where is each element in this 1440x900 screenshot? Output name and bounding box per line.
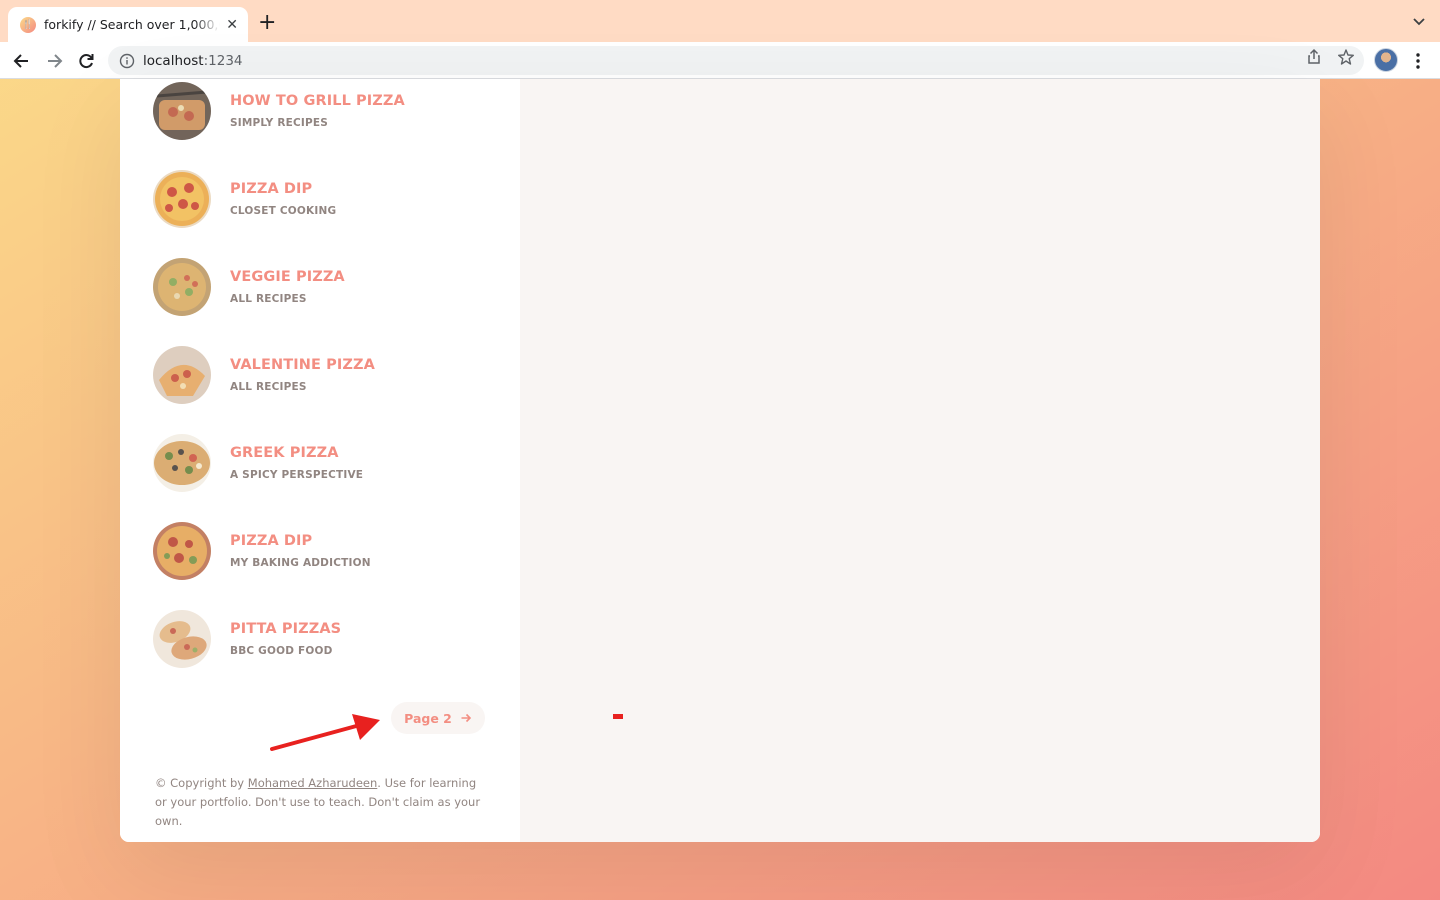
result-item-greek-pizza[interactable]: Greek Pizza A Spicy Perspective — [153, 433, 493, 493]
result-publisher: Simply Recipes — [230, 117, 329, 129]
recipe-thumbnail — [153, 82, 211, 140]
reload-icon[interactable] — [76, 51, 96, 71]
recipe-thumbnail — [153, 170, 211, 228]
result-item-how-to-grill-pizza[interactable]: How to Grill Pizza Simply Recipes — [153, 81, 493, 141]
browser-tab[interactable]: 🍴 forkify // Search over 1,000,000 recip… — [8, 7, 248, 42]
result-item-pitta-pizzas[interactable]: Pitta Pizzas BBC Good Food — [153, 609, 493, 669]
result-publisher: BBC Good Food — [230, 645, 333, 657]
arrow-right-icon — [461, 713, 472, 723]
result-text: Valentine Pizza All Recipes — [230, 357, 375, 393]
url-text: localhost:1234 — [143, 53, 243, 69]
back-arrow-icon[interactable] — [12, 51, 32, 71]
result-text: How to Grill Pizza Simply Recipes — [230, 93, 405, 129]
annotation-arrow-icon — [270, 714, 380, 751]
annotation-marker — [613, 714, 623, 719]
copyright-notice: © Copyright by Mohamed Azharudeen. Use f… — [155, 774, 485, 831]
browser-toolbar: localhost:1234 — [0, 42, 1440, 79]
bookmark-star-icon[interactable] — [1337, 48, 1355, 66]
forward-arrow-icon[interactable] — [44, 51, 64, 71]
result-title: Pitta Pizzas — [230, 621, 342, 637]
result-text: Pitta Pizzas BBC Good Food — [230, 621, 341, 657]
result-title: How to Grill Pizza — [230, 93, 405, 109]
result-item-veggie-pizza[interactable]: Veggie Pizza All Recipes — [153, 257, 493, 317]
share-icon[interactable] — [1305, 48, 1323, 66]
result-text: Greek Pizza A Spicy Perspective — [230, 445, 363, 481]
forkify-favicon-icon: 🍴 — [20, 16, 36, 33]
url-host: localhost — [143, 52, 204, 69]
result-publisher: A Spicy Perspective — [230, 469, 364, 481]
result-publisher: My Baking Addiction — [230, 557, 371, 569]
result-publisher: All Recipes — [230, 381, 307, 393]
url-port: :1234 — [203, 52, 243, 69]
result-publisher: Closet Cooking — [230, 205, 337, 217]
next-page-label: Page 2 — [404, 710, 452, 726]
result-text: Pizza Dip My Baking Addiction — [230, 533, 371, 569]
result-publisher: All Recipes — [230, 293, 307, 305]
result-title: Greek Pizza — [230, 445, 339, 461]
recipe-thumbnail — [153, 610, 211, 668]
result-item-pizza-dip[interactable]: Pizza Dip Closet Cooking — [153, 169, 493, 229]
browser-menu-icon[interactable] — [1411, 51, 1425, 71]
result-item-valentine-pizza[interactable]: Valentine Pizza All Recipes — [153, 345, 493, 405]
recipe-thumbnail — [153, 258, 211, 316]
result-text: Pizza Dip Closet Cooking — [230, 181, 336, 217]
result-title: Pizza Dip — [230, 181, 313, 197]
close-tab-icon[interactable]: ✕ — [226, 18, 238, 32]
recipe-thumbnail — [153, 346, 211, 404]
author-link[interactable]: Mohamed Azharudeen — [248, 776, 378, 790]
result-item-pizza-dip-2[interactable]: Pizza Dip My Baking Addiction — [153, 521, 493, 581]
result-title: Valentine Pizza — [230, 357, 375, 373]
profile-avatar[interactable] — [1374, 48, 1398, 72]
recipe-thumbnail — [153, 434, 211, 492]
address-bar[interactable]: localhost:1234 — [108, 46, 1364, 75]
tab-title: forkify // Search over 1,000,000 recipes — [44, 17, 220, 32]
tab-search-chevron-icon[interactable] — [1412, 14, 1426, 28]
tab-strip: 🍴 forkify // Search over 1,000,000 recip… — [0, 0, 1440, 42]
result-text: Veggie Pizza All Recipes — [230, 269, 345, 305]
recipe-thumbnail — [153, 522, 211, 580]
result-title: Veggie Pizza — [230, 269, 345, 285]
site-info-icon[interactable] — [119, 53, 135, 69]
copyright-prefix: © Copyright by — [155, 776, 248, 790]
new-tab-icon[interactable]: + — [258, 12, 276, 34]
result-title: Pizza Dip — [230, 533, 313, 549]
next-page-button[interactable]: Page 2 — [391, 702, 485, 734]
recipe-view-panel — [520, 79, 1320, 842]
